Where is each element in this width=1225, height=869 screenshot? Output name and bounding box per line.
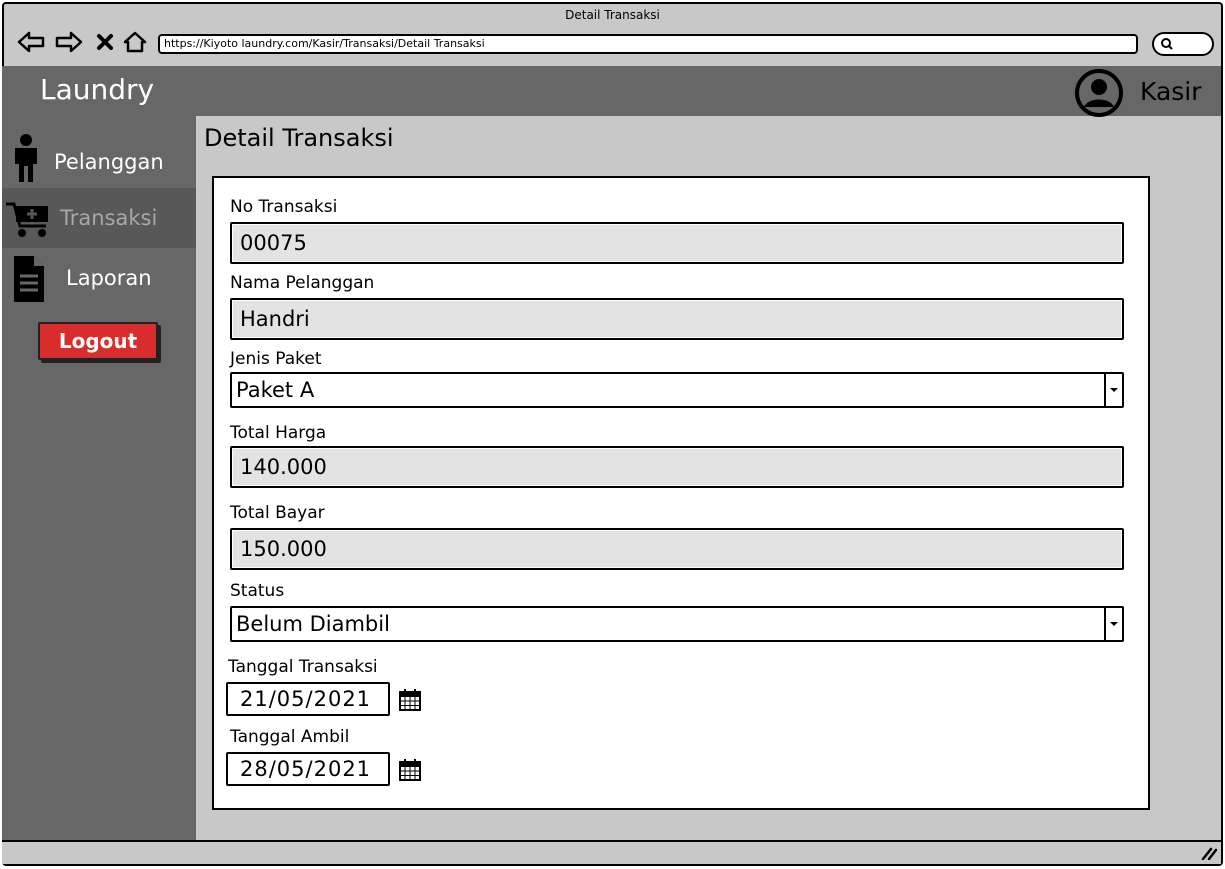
tanggal-transaksi-label: Tanggal Transaksi: [228, 657, 378, 677]
stop-x-icon[interactable]: [90, 28, 120, 56]
calendar-icon[interactable]: [398, 688, 422, 712]
sidebar-item-label: Transaksi: [60, 206, 158, 230]
status-value: Belum Diambil: [236, 612, 390, 636]
tanggal-ambil-field[interactable]: 28/05/2021: [226, 752, 390, 786]
user-name[interactable]: Kasir: [1140, 76, 1202, 108]
jenis-paket-label: Jenis Paket: [230, 349, 322, 369]
transaction-detail-form: No Transaksi 00075 Nama Pelanggan Handri…: [212, 176, 1150, 810]
brand-logo-text: Laundry: [40, 73, 155, 106]
status-bar: [2, 840, 1221, 864]
jenis-paket-select[interactable]: Paket A: [230, 372, 1124, 408]
address-bar[interactable]: https://Kiyoto laundry.com/Kasir/Transak…: [158, 34, 1138, 54]
total-harga-field[interactable]: 140.000: [230, 446, 1124, 488]
sidebar-item-laporan[interactable]: Laporan: [2, 248, 196, 308]
total-bayar-field[interactable]: 150.000: [230, 528, 1124, 570]
window-title: Detail Transaksi: [565, 8, 660, 22]
sidebar: Pelanggan Transaksi Laporan Logout: [2, 116, 196, 840]
nama-pelanggan-label: Nama Pelanggan: [230, 273, 375, 293]
user-avatar-icon[interactable]: [1074, 68, 1124, 118]
status-select[interactable]: Belum Diambil: [230, 606, 1124, 642]
tanggal-ambil-label: Tanggal Ambil: [230, 727, 350, 747]
document-icon: [14, 256, 44, 302]
calendar-icon[interactable]: [398, 758, 422, 782]
resize-grip-icon[interactable]: [1201, 846, 1217, 860]
person-icon: [15, 134, 37, 182]
sidebar-item-label: Pelanggan: [54, 150, 164, 174]
app-header: Laundry Kasir: [2, 66, 1221, 118]
jenis-paket-value: Paket A: [236, 378, 315, 402]
search-icon: [1161, 38, 1173, 50]
page-title: Detail Transaksi: [204, 124, 394, 152]
logout-button[interactable]: Logout: [38, 322, 158, 360]
status-label: Status: [230, 581, 285, 601]
browser-navbar: https://Kiyoto laundry.com/Kasir/Transak…: [4, 24, 1221, 68]
forward-arrow-icon[interactable]: [54, 28, 84, 56]
total-harga-label: Total Harga: [230, 423, 327, 443]
total-bayar-label: Total Bayar: [230, 503, 325, 523]
no-transaksi-label: No Transaksi: [230, 197, 338, 217]
no-transaksi-field[interactable]: 00075: [230, 222, 1124, 264]
cart-add-icon: [6, 202, 48, 237]
sidebar-item-transaksi[interactable]: Transaksi: [2, 188, 196, 248]
home-icon[interactable]: [120, 28, 150, 56]
nama-pelanggan-field[interactable]: Handri: [230, 298, 1124, 340]
browser-search-box[interactable]: [1152, 32, 1214, 56]
tanggal-transaksi-field[interactable]: 21/05/2021: [226, 682, 390, 716]
sidebar-item-pelanggan[interactable]: Pelanggan: [2, 132, 196, 192]
chevron-down-icon[interactable]: [1104, 608, 1122, 640]
back-arrow-icon[interactable]: [16, 28, 46, 56]
sidebar-item-label: Laporan: [66, 266, 152, 290]
chevron-down-icon[interactable]: [1104, 374, 1122, 406]
